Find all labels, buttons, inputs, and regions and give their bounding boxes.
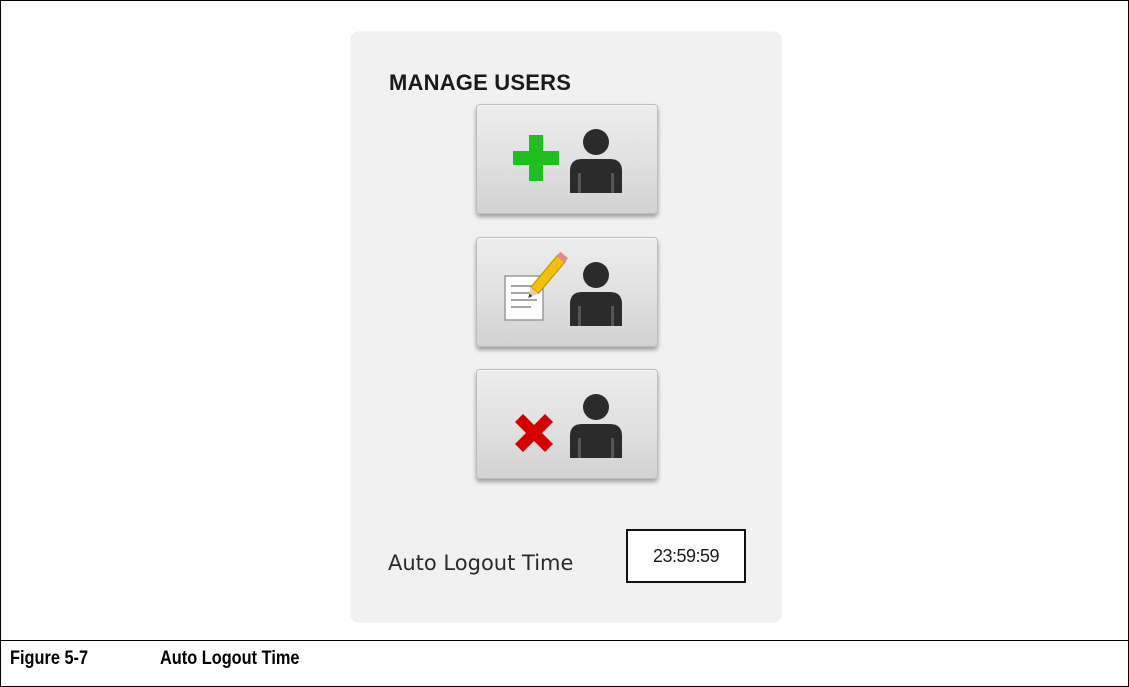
user-icon xyxy=(570,394,622,458)
edit-user-icon xyxy=(504,251,622,326)
auto-logout-time-field[interactable]: 23:59:59 xyxy=(626,529,746,583)
delete-user-button[interactable] xyxy=(476,369,658,479)
figure-number: Figure 5-7 xyxy=(10,648,89,669)
edit-user-button[interactable] xyxy=(476,237,658,347)
red-x-icon xyxy=(515,414,553,452)
notepad-pencil-icon xyxy=(504,251,569,321)
manage-users-panel: MANAGE USERS Auto Logout Time 23:59:59 xyxy=(351,32,781,622)
plus-icon xyxy=(513,135,559,181)
delete-user-icon xyxy=(515,394,622,458)
add-user-icon xyxy=(513,129,622,193)
user-icon xyxy=(570,129,622,193)
add-user-button[interactable] xyxy=(476,104,658,214)
panel-title: MANAGE USERS xyxy=(389,70,572,95)
caption-divider xyxy=(1,640,1128,641)
figure-caption: Auto Logout Time xyxy=(160,648,300,669)
user-icon xyxy=(570,262,622,326)
auto-logout-label: Auto Logout Time xyxy=(388,551,574,575)
